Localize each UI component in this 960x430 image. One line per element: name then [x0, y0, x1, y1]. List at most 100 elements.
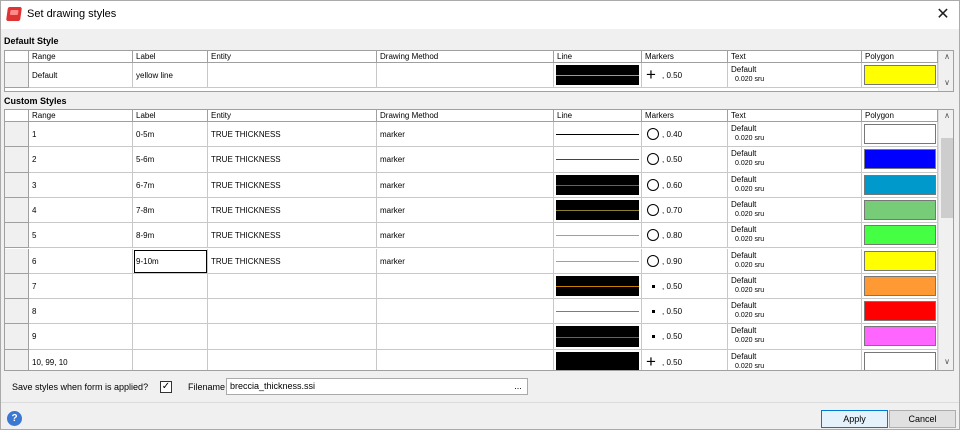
filename-browse-button[interactable]: ... [511, 379, 525, 394]
polygon-color-swatch[interactable] [864, 351, 936, 370]
text-style-cell[interactable]: Default 0.020 sru [728, 349, 862, 370]
method-cell[interactable]: marker [377, 122, 554, 148]
entity-cell[interactable]: TRUE THICKNESS [208, 122, 377, 148]
marker-cell[interactable]: , 0.50 [642, 324, 728, 350]
entity-cell[interactable] [208, 349, 377, 370]
marker-cell[interactable]: , 0.90 [642, 248, 728, 274]
method-cell[interactable]: marker [377, 248, 554, 274]
marker-cell[interactable]: , 0.70 [642, 197, 728, 224]
row-selector[interactable] [5, 122, 29, 148]
polygon-color-swatch[interactable] [864, 301, 936, 322]
range-cell[interactable]: 5 [29, 223, 133, 249]
row-selector[interactable] [5, 299, 29, 325]
column-header-entity[interactable]: Entity [208, 51, 377, 63]
method-cell[interactable] [377, 349, 554, 370]
polygon-color-swatch[interactable] [864, 275, 936, 296]
line-style-cell[interactable] [554, 349, 642, 370]
entity-cell[interactable]: TRUE THICKNESS [208, 248, 377, 274]
row-selector[interactable] [5, 248, 29, 274]
line-style-cell[interactable] [554, 63, 642, 89]
marker-cell[interactable]: + , 0.50 [642, 63, 728, 89]
column-header-text[interactable]: Text [728, 51, 862, 63]
label-cell[interactable] [133, 273, 208, 300]
polygon-cell[interactable] [862, 197, 938, 224]
method-cell[interactable] [377, 324, 554, 350]
text-style-cell[interactable]: Default 0.020 sru [728, 273, 862, 300]
save-styles-checkbox[interactable]: ✓ [160, 381, 172, 393]
range-cell[interactable]: 7 [29, 273, 133, 300]
entity-cell[interactable]: TRUE THICKNESS [208, 197, 377, 224]
polygon-cell[interactable] [862, 349, 938, 370]
entity-cell[interactable] [208, 63, 377, 89]
range-cell[interactable]: 3 [29, 172, 133, 198]
line-style-cell[interactable] [554, 273, 642, 300]
polygon-color-swatch[interactable] [864, 149, 936, 170]
text-style-cell[interactable]: Default 0.020 sru [728, 197, 862, 224]
method-cell[interactable]: marker [377, 147, 554, 173]
entity-cell[interactable] [208, 324, 377, 350]
close-icon[interactable]: ✕ [931, 4, 955, 26]
polygon-cell[interactable] [862, 172, 938, 198]
marker-cell[interactable]: , 0.50 [642, 299, 728, 325]
polygon-cell[interactable] [862, 63, 938, 89]
entity-cell[interactable] [208, 299, 377, 325]
polygon-cell[interactable] [862, 122, 938, 148]
line-style-cell[interactable] [554, 223, 642, 249]
row-selector[interactable] [5, 349, 29, 370]
line-style-cell[interactable] [554, 122, 642, 148]
label-cell[interactable]: 6-7m [133, 172, 208, 198]
scroll-thumb[interactable] [941, 138, 953, 218]
text-style-cell[interactable]: Default 0.020 sru [728, 147, 862, 173]
column-header-label[interactable]: Label [133, 110, 208, 122]
label-cell[interactable]: 0-5m [133, 122, 208, 148]
column-header-poly[interactable]: Polygon [862, 51, 938, 63]
polygon-color-swatch[interactable] [864, 326, 936, 347]
polygon-color-swatch[interactable] [864, 225, 936, 246]
label-cell[interactable]: 9-10m [133, 248, 208, 274]
column-header-line[interactable]: Line [554, 110, 642, 122]
vertical-scrollbar[interactable]: ∧ ∨ [938, 51, 953, 91]
polygon-color-swatch[interactable] [864, 174, 936, 195]
apply-button[interactable]: Apply [821, 410, 888, 428]
column-header-text[interactable]: Text [728, 110, 862, 122]
label-cell[interactable]: 5-6m [133, 147, 208, 173]
filename-input[interactable]: breccia_thickness.ssi [226, 378, 528, 395]
marker-cell[interactable]: , 0.50 [642, 147, 728, 173]
range-cell[interactable]: 4 [29, 197, 133, 224]
text-style-cell[interactable]: Default 0.020 sru [728, 299, 862, 325]
polygon-cell[interactable] [862, 248, 938, 274]
column-header-range[interactable]: Range [29, 51, 133, 63]
column-header-markers[interactable]: Markers [642, 51, 728, 63]
text-style-cell[interactable]: Default 0.020 sru [728, 223, 862, 249]
range-cell[interactable]: 8 [29, 299, 133, 325]
label-cell[interactable] [133, 349, 208, 370]
marker-cell[interactable]: , 0.50 [642, 273, 728, 300]
label-cell[interactable]: 7-8m [133, 197, 208, 224]
polygon-color-swatch[interactable] [864, 250, 936, 271]
column-header-method[interactable]: Drawing Method [377, 110, 554, 122]
text-style-cell[interactable]: Default 0.020 sru [728, 248, 862, 274]
line-style-cell[interactable] [554, 197, 642, 224]
line-style-cell[interactable] [554, 248, 642, 274]
range-cell[interactable]: 2 [29, 147, 133, 173]
label-cell[interactable] [133, 324, 208, 350]
method-cell[interactable]: marker [377, 223, 554, 249]
scroll-up-icon[interactable]: ∧ [939, 51, 953, 63]
method-cell[interactable] [377, 63, 554, 89]
polygon-cell[interactable] [862, 273, 938, 300]
text-style-cell[interactable]: Default 0.020 sru [728, 63, 862, 89]
entity-cell[interactable]: TRUE THICKNESS [208, 172, 377, 198]
range-cell[interactable]: 1 [29, 122, 133, 148]
polygon-color-swatch[interactable] [864, 199, 936, 220]
scroll-down-icon[interactable]: ∨ [939, 356, 953, 368]
range-cell[interactable]: Default [29, 63, 133, 89]
method-cell[interactable] [377, 299, 554, 325]
marker-cell[interactable]: + , 0.50 [642, 349, 728, 370]
polygon-cell[interactable] [862, 147, 938, 173]
column-header-label[interactable]: Label [133, 51, 208, 63]
range-cell[interactable]: 9 [29, 324, 133, 350]
row-selector[interactable] [5, 223, 29, 249]
cancel-button[interactable]: Cancel [889, 410, 956, 428]
row-selector[interactable] [5, 273, 29, 300]
text-style-cell[interactable]: Default 0.020 sru [728, 172, 862, 198]
